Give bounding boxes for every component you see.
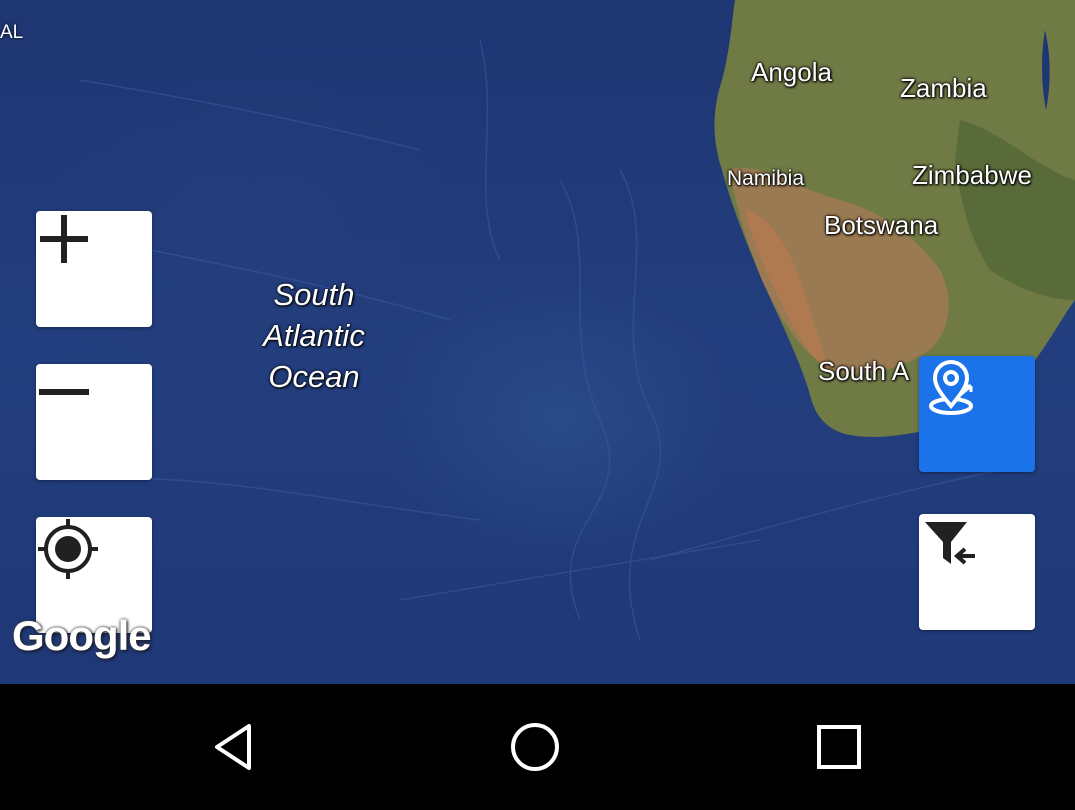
recents-button[interactable] bbox=[797, 705, 881, 789]
back-button[interactable] bbox=[192, 705, 276, 789]
minus-icon bbox=[39, 389, 89, 395]
system-navigation-bar bbox=[0, 684, 1075, 810]
country-label-zambia: Zambia bbox=[900, 73, 987, 103]
ocean-label-line-3: Ocean bbox=[268, 359, 360, 394]
place-marker-button[interactable] bbox=[919, 356, 1035, 472]
plus-icon bbox=[40, 215, 88, 263]
google-attribution: Google bbox=[12, 612, 152, 659]
satellite-map[interactable]: AL South Atlantic Ocean Angola Zambia Na… bbox=[0, 0, 1075, 684]
triangle-back-icon bbox=[215, 724, 251, 770]
home-button[interactable] bbox=[493, 705, 577, 789]
map-pin-icon bbox=[929, 360, 973, 415]
map-corner-label: AL bbox=[0, 22, 24, 43]
zoom-in-button[interactable] bbox=[36, 211, 152, 327]
filter-button[interactable] bbox=[919, 514, 1035, 630]
country-label-south-africa: South A bbox=[818, 356, 910, 386]
crosshair-icon bbox=[38, 519, 98, 579]
ocean-label: South Atlantic Ocean bbox=[240, 274, 388, 397]
country-label-botswana: Botswana bbox=[824, 210, 939, 240]
zoom-out-button[interactable] bbox=[36, 364, 152, 480]
circle-home-icon bbox=[511, 723, 559, 771]
ocean-label-line-1: South bbox=[273, 277, 355, 312]
country-label-namibia: Namibia bbox=[727, 167, 805, 190]
ocean-label-line-2: Atlantic bbox=[263, 318, 365, 353]
country-label-angola: Angola bbox=[751, 57, 832, 87]
filter-arrow-icon bbox=[925, 522, 975, 565]
square-recents-icon bbox=[817, 725, 861, 769]
country-label-zimbabwe: Zimbabwe bbox=[912, 160, 1032, 190]
